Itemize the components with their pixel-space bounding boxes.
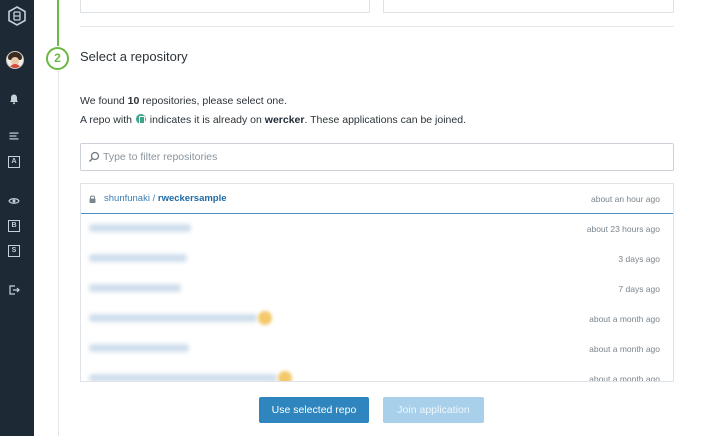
redacted-repository-name [89, 344, 189, 352]
timeline-track [58, 70, 59, 436]
join-application-button[interactable]: Join application [383, 397, 484, 423]
redacted-repository-name [89, 284, 181, 292]
repository-updated-time: 7 days ago [618, 284, 660, 294]
previous-step-card[interactable] [80, 0, 370, 13]
repository-updated-time: 3 days ago [618, 254, 660, 264]
search-icon [88, 151, 100, 163]
redacted-repository-name [89, 374, 277, 381]
badge-b-icon[interactable]: B [8, 220, 20, 232]
repository-filter[interactable] [80, 143, 674, 171]
wercker-repo-note: A repo with indicates it is already on w… [80, 114, 466, 126]
section-divider [80, 26, 674, 27]
menu-icon[interactable] [8, 130, 20, 142]
wercker-badge-icon [278, 371, 292, 381]
previous-step-card[interactable] [383, 0, 674, 13]
repository-row-selected[interactable]: shunfunaki / rweckersample about an hour… [81, 184, 673, 214]
repository-row[interactable]: about a month ago [81, 334, 673, 364]
wercker-badge-icon [258, 311, 272, 325]
repository-updated-time: about 23 hours ago [586, 224, 660, 234]
repository-count-text: We found 10 repositories, please select … [80, 95, 288, 107]
wercker-logo-icon[interactable] [7, 6, 27, 26]
logout-icon[interactable] [8, 284, 20, 296]
repository-row[interactable]: about 23 hours ago [81, 214, 673, 244]
badge-a-icon[interactable]: A [8, 156, 20, 168]
repository-row[interactable]: 7 days ago [81, 274, 673, 304]
repository-row[interactable]: about a month ago [81, 304, 673, 334]
repository-updated-time: about a month ago [589, 314, 660, 324]
redacted-repository-name [89, 314, 257, 322]
wercker-badge-icon [135, 114, 146, 124]
avatar[interactable] [6, 51, 24, 69]
repository-updated-time: about an hour ago [590, 194, 660, 204]
sidebar: A B S [0, 0, 34, 436]
bell-icon[interactable] [8, 93, 20, 105]
step-title: Select a repository [80, 49, 188, 64]
repository-updated-time: about a month ago [589, 344, 660, 354]
step-number-badge: 2 [46, 47, 69, 70]
repository-row[interactable]: 3 days ago [81, 244, 673, 274]
repository-row[interactable]: about a month ago [81, 364, 673, 382]
redacted-repository-name [89, 224, 191, 232]
timeline-connector [57, 0, 59, 46]
redacted-repository-name [89, 254, 187, 262]
filter-input[interactable] [103, 148, 663, 166]
use-selected-repo-button[interactable]: Use selected repo [259, 397, 369, 423]
lock-icon [89, 195, 96, 203]
repository-full-name[interactable]: shunfunaki / rweckersample [104, 193, 227, 204]
repository-count: 10 [127, 95, 140, 107]
badge-s-icon[interactable]: S [8, 245, 20, 257]
repository-updated-time: about a month ago [589, 374, 660, 382]
eye-icon[interactable] [8, 195, 20, 207]
repository-list[interactable]: shunfunaki / rweckersample about an hour… [80, 183, 674, 382]
